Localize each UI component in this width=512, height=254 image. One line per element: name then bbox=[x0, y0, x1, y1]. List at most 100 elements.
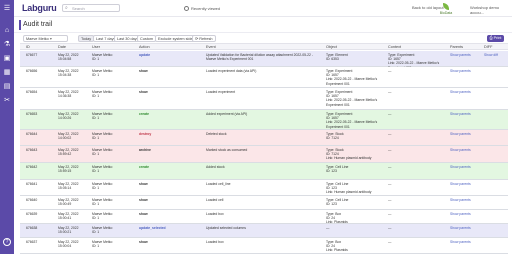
cell-id: 676642 bbox=[26, 165, 38, 169]
menu-icon[interactable]: ☰ bbox=[3, 5, 11, 13]
flask-icon[interactable]: ⚗ bbox=[3, 41, 11, 49]
col-diff[interactable]: DIFF bbox=[484, 45, 492, 49]
cell-user: Maeve Metko ID: 1 bbox=[92, 132, 113, 141]
cell-parents[interactable]: Show parents bbox=[450, 198, 482, 202]
col-date[interactable]: Date bbox=[58, 45, 66, 49]
leaf-icon bbox=[443, 3, 449, 10]
search-placeholder: Search bbox=[72, 6, 85, 11]
cell-action: show bbox=[139, 212, 148, 216]
cell-context: — bbox=[388, 165, 392, 169]
home-icon[interactable]: ⌂ bbox=[3, 27, 11, 35]
filter-custom[interactable]: Custom bbox=[137, 35, 157, 42]
cell-parents[interactable]: Show parents bbox=[450, 53, 482, 57]
cell-parents[interactable]: Show parents bbox=[450, 112, 482, 116]
col-parents[interactable]: Parents bbox=[450, 45, 463, 49]
cell-date: May 22, 2022 15:59:15 bbox=[58, 165, 79, 174]
filter-today[interactable]: Today bbox=[78, 35, 95, 42]
cell-object: Type: Experiment ID: 1657 Link: 2022-05-… bbox=[326, 112, 378, 129]
print-label: Print bbox=[493, 36, 502, 40]
help-icon[interactable]: ? bbox=[3, 238, 11, 246]
cell-parents[interactable]: Show parents bbox=[450, 212, 482, 216]
cell-date: May 22, 2022 15:00:41 bbox=[58, 212, 79, 221]
top-header: Labguru ⌕ Search Recently viewed Back to… bbox=[14, 0, 512, 17]
cell-object: Type: Stock ID: 7124 bbox=[326, 132, 344, 141]
col-action[interactable]: Action bbox=[139, 45, 150, 49]
cell-parents[interactable]: Show parents bbox=[450, 165, 482, 169]
calendar-icon[interactable]: ▦ bbox=[3, 69, 11, 77]
cell-date: May 22, 2022 14:00:02 bbox=[58, 132, 79, 141]
cell-context: — bbox=[388, 226, 392, 230]
divider bbox=[14, 32, 512, 33]
cell-event: Updated selected columns bbox=[206, 226, 246, 230]
cell-parents[interactable]: Show parents bbox=[450, 132, 482, 136]
cell-action: destroy bbox=[139, 132, 152, 136]
col-event[interactable]: Event bbox=[206, 45, 216, 49]
user-filter-select[interactable]: Maeve Metko bbox=[23, 35, 68, 42]
cell-action: show bbox=[139, 182, 148, 186]
cell-context: — bbox=[388, 212, 392, 216]
cell-action: show bbox=[139, 240, 148, 244]
search-icon: ⌕ bbox=[65, 5, 68, 11]
cell-parents[interactable]: Show parents bbox=[450, 148, 482, 152]
cell-action: update bbox=[139, 53, 151, 57]
refresh-button[interactable]: ⟳ Refresh bbox=[192, 35, 216, 42]
cell-id: 676677 bbox=[26, 53, 38, 57]
recently-viewed-button[interactable]: Recently viewed bbox=[184, 6, 220, 11]
cell-action: show bbox=[139, 90, 148, 94]
cell-user: Maeve Metko ID: 1 bbox=[92, 148, 113, 157]
cell-diff[interactable]: Show diff bbox=[484, 53, 506, 57]
cell-date: May 22, 2022 14:36:38 bbox=[58, 90, 79, 99]
cell-object: — bbox=[326, 226, 330, 230]
col-user[interactable]: User bbox=[92, 45, 100, 49]
cell-user: Maeve Metko ID: 1 bbox=[92, 69, 113, 78]
col-id[interactable]: ID bbox=[26, 45, 30, 49]
cell-action: show bbox=[139, 198, 148, 202]
cell-parents[interactable]: Show parents bbox=[450, 226, 482, 230]
account-menu[interactable]: Workshop demo accou... bbox=[470, 5, 512, 15]
print-button[interactable]: ⎙ Print bbox=[487, 35, 504, 42]
cell-id: 676654 bbox=[26, 90, 38, 94]
search-input[interactable]: ⌕ Search bbox=[62, 4, 120, 12]
cell-parents[interactable]: Show parents bbox=[450, 240, 482, 244]
cell-action: create bbox=[139, 165, 149, 169]
cell-date: May 22, 2022 15:04:38 bbox=[58, 69, 79, 78]
cell-context: — bbox=[388, 182, 392, 186]
cell-object: Type: Element ID: 6353 bbox=[326, 53, 348, 62]
col-context[interactable]: Context bbox=[388, 45, 401, 49]
refresh-label: Refresh bbox=[199, 37, 213, 41]
cell-event: Marked stock as consumed bbox=[206, 148, 248, 152]
col-object[interactable]: Object bbox=[326, 45, 337, 49]
cell-context: — bbox=[388, 240, 392, 244]
cell-user: Maeve Metko ID: 1 bbox=[92, 198, 113, 207]
cell-user: Maeve Metko ID: 1 bbox=[92, 165, 113, 174]
cell-id: 676653 bbox=[26, 112, 38, 116]
cell-parents[interactable]: Show parents bbox=[450, 90, 482, 94]
cell-event: Loaded cell_line bbox=[206, 182, 231, 186]
labguru-logo[interactable]: Labguru bbox=[22, 3, 57, 13]
table-row: 676641 May 22, 2022 15:05:14 Maeve Metko I… bbox=[20, 180, 508, 196]
cell-user: Maeve Metko ID: 1 bbox=[92, 53, 113, 62]
table-row: 676677 May 22, 2022 15:04:58 Maeve Metko I… bbox=[20, 51, 508, 67]
cell-object: Type: Box ID: 24 Link: Plasmids bbox=[326, 240, 348, 253]
cell-context: — bbox=[388, 112, 392, 116]
clock-icon bbox=[184, 6, 189, 11]
user-filter-value: Maeve Metko bbox=[26, 37, 49, 41]
cell-id: 676644 bbox=[26, 132, 38, 136]
folder-icon[interactable]: ▣ bbox=[3, 55, 11, 63]
cell-event: Loaded box bbox=[206, 240, 224, 244]
cell-user: Maeve Metko ID: 1 bbox=[92, 212, 113, 221]
filter-exclude-system[interactable]: Exclude system side bbox=[155, 35, 196, 42]
cell-context: Type: Experiment ID: 1657 Link: 2022-05-… bbox=[388, 53, 440, 67]
cell-parents[interactable]: Show parents bbox=[450, 69, 482, 73]
table-row: 676640 May 22, 2022 15:00:49 Maeve Metko I… bbox=[20, 196, 508, 210]
chart-icon[interactable]: ▤ bbox=[3, 83, 11, 91]
cell-object: Type: Experiment ID: 1657 Link: 2022-05-… bbox=[326, 69, 378, 86]
cell-action: archive bbox=[139, 148, 151, 152]
cell-object: Type: Box ID: 24 Link: Plasmids bbox=[326, 212, 348, 224]
cell-context: — bbox=[388, 148, 392, 152]
cell-action: show bbox=[139, 69, 148, 73]
cell-user: Maeve Metko ID: 1 bbox=[92, 90, 113, 99]
cell-parents[interactable]: Show parents bbox=[450, 182, 482, 186]
cell-action: create bbox=[139, 112, 149, 116]
scissors-icon[interactable]: ✂ bbox=[3, 97, 11, 105]
